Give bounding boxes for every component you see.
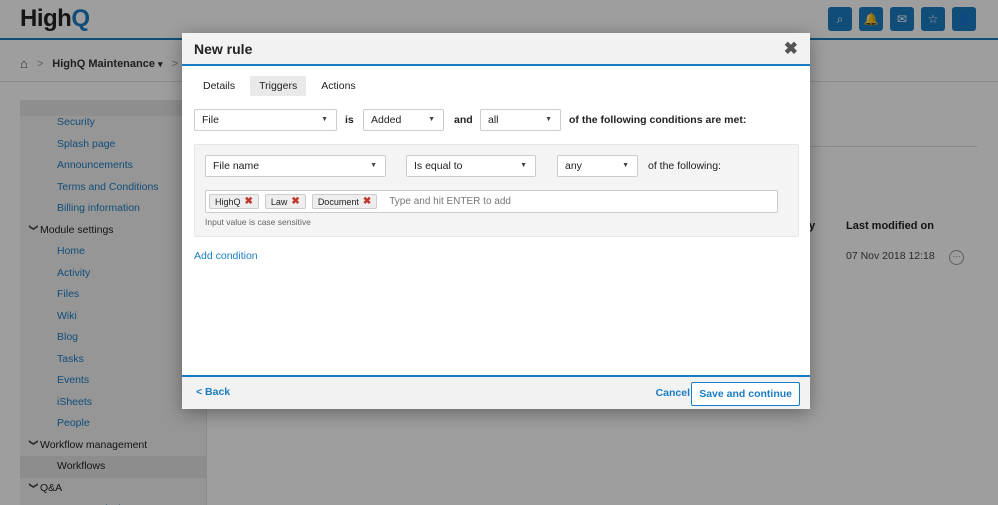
tab-actions[interactable]: Actions — [312, 76, 364, 96]
remove-tag-icon[interactable]: ✖ — [291, 196, 299, 207]
condition-suffix-label: of the following: — [648, 160, 721, 172]
rule-and-label: and — [454, 114, 473, 126]
condition-values-input[interactable]: HighQ ✖ Law ✖ Document ✖ Type and hit ENTER t… — [205, 190, 778, 213]
chevron-down-icon: ▼ — [520, 162, 527, 169]
dialog-title: New rule — [194, 41, 253, 57]
value-tag-label: HighQ — [215, 196, 241, 207]
add-condition-link[interactable]: Add condition — [194, 250, 258, 262]
case-sensitive-hint: Input value is case sensitive — [205, 217, 311, 227]
chevron-down-icon: ▼ — [428, 116, 435, 123]
chevron-down-icon: ▼ — [545, 116, 552, 123]
value-tag-label: Document — [317, 196, 359, 207]
rule-subject-select[interactable]: File ▼ — [194, 109, 337, 131]
chevron-down-icon: ▼ — [321, 116, 328, 123]
new-rule-dialog: New rule ✖ Details Triggers Actions File… — [182, 33, 810, 409]
value-tag: HighQ ✖ — [209, 194, 259, 209]
close-icon[interactable]: ✖ — [784, 39, 798, 59]
condition-field-select[interactable]: File name ▼ — [205, 155, 386, 177]
condition-operator-select[interactable]: Is equal to ▼ — [406, 155, 536, 177]
chevron-down-icon: ▼ — [370, 162, 377, 169]
dialog-header: New rule ✖ — [182, 33, 810, 66]
tab-details[interactable]: Details — [194, 76, 244, 96]
tab-triggers[interactable]: Triggers — [250, 76, 307, 96]
rule-quantifier-select[interactable]: all ▼ — [480, 109, 561, 131]
dialog-tabs: Details Triggers Actions — [194, 76, 365, 96]
condition-panel: File name ▼ Is equal to ▼ any ▼ of the foll… — [194, 144, 799, 237]
rule-is-label: is — [345, 114, 354, 126]
cancel-button[interactable]: Cancel — [656, 387, 690, 399]
tag-input-placeholder[interactable]: Type and hit ENTER to add — [389, 196, 511, 207]
back-button[interactable]: < Back — [196, 386, 230, 398]
remove-tag-icon[interactable]: ✖ — [363, 196, 371, 207]
rule-event-select[interactable]: Added ▼ — [363, 109, 444, 131]
condition-match-select[interactable]: any ▼ — [557, 155, 638, 177]
save-and-continue-button[interactable]: Save and continue — [691, 382, 800, 406]
remove-tag-icon[interactable]: ✖ — [245, 196, 253, 207]
value-tag: Law ✖ — [264, 194, 306, 209]
dialog-footer: < Back Cancel Save and continue — [182, 375, 810, 409]
rule-suffix-label: of the following conditions are met: — [569, 114, 747, 126]
tag-list: HighQ ✖ Law ✖ Document ✖ — [209, 194, 378, 209]
chevron-down-icon: ▼ — [622, 162, 629, 169]
value-tag-label: Law — [270, 196, 288, 207]
value-tag: Document ✖ — [311, 194, 378, 209]
